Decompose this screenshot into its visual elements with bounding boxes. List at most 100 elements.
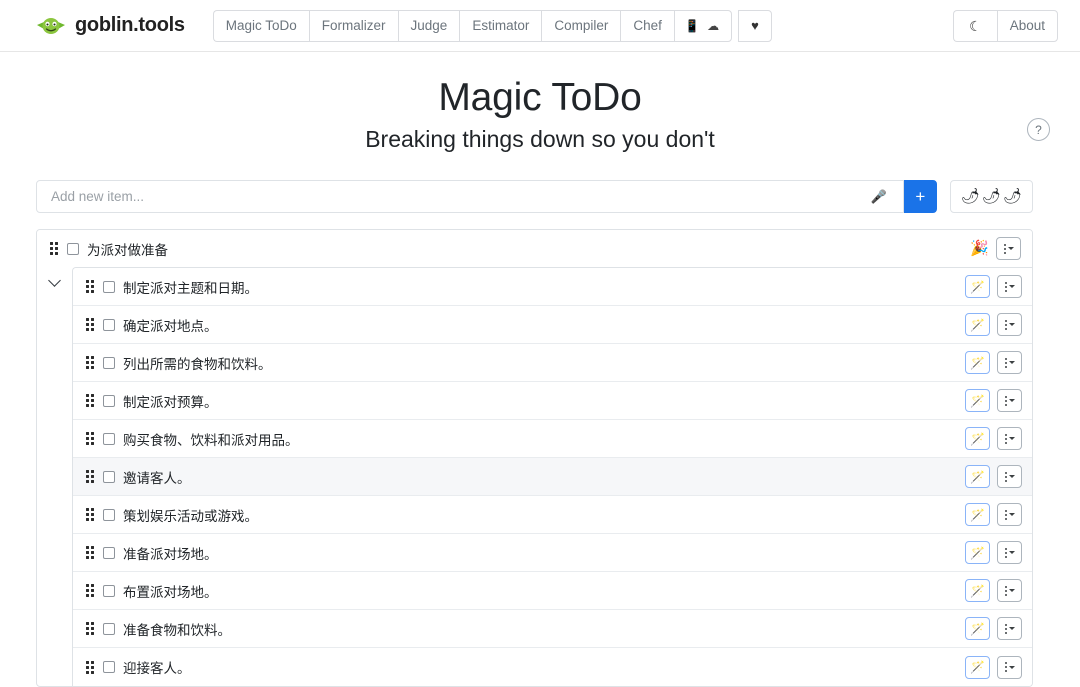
todo-children-wrapper: 制定派对主题和日期。 🪄 确定派对地点。 🪄 列出所需的食物和饮料。 🪄 制定派…: [37, 267, 1032, 686]
magic-wand-icon-button[interactable]: 🪄: [965, 427, 990, 450]
drag-handle-icon[interactable]: [86, 584, 94, 597]
drag-handle-icon[interactable]: [86, 394, 94, 407]
nav-tab-compiler[interactable]: Compiler: [541, 9, 621, 42]
todo-child-row[interactable]: 布置派对场地。 🪄: [73, 572, 1032, 610]
magic-wand-icon-button[interactable]: 🪄: [965, 313, 990, 336]
todo-child-menu-button[interactable]: [997, 541, 1022, 564]
nav-tab-magic-todo[interactable]: Magic ToDo: [212, 9, 309, 42]
todo-checkbox[interactable]: [103, 546, 115, 559]
todo-child-label: 列出所需的食物和饮料。: [123, 356, 272, 372]
platform-apps-button[interactable]: 📱 ☁: [673, 9, 733, 42]
donate-heart-icon-button[interactable]: ♥: [738, 9, 772, 42]
todo-child-menu-button[interactable]: [997, 579, 1022, 602]
todo-checkbox[interactable]: [103, 356, 115, 369]
magic-wand-icon-button[interactable]: 🪄: [965, 579, 990, 602]
todo-child-actions: 🪄: [965, 617, 1022, 640]
chili-pepper-icon: 🌶: [981, 188, 1001, 205]
todo-checkbox[interactable]: [103, 432, 115, 445]
collapse-toggle[interactable]: [37, 267, 72, 287]
goblin-face-icon: [37, 17, 65, 34]
todo-child-menu-button[interactable]: [997, 351, 1022, 374]
todo-child-row[interactable]: 准备派对场地。 🪄: [73, 534, 1032, 572]
drag-handle-icon[interactable]: [86, 356, 94, 369]
drag-handle-icon[interactable]: [86, 318, 94, 331]
chevron-down-icon[interactable]: [48, 274, 61, 287]
nav-tab-formalizer[interactable]: Formalizer: [308, 9, 398, 42]
add-item-input[interactable]: [49, 181, 865, 212]
todo-parent-menu-button[interactable]: [996, 237, 1021, 260]
todo-child-row[interactable]: 制定派对主题和日期。 🪄: [73, 268, 1032, 306]
magic-wand-icon-button[interactable]: 🪄: [965, 351, 990, 374]
dark-mode-moon-icon-button[interactable]: ☾: [953, 9, 997, 42]
todo-child-menu-button[interactable]: [997, 389, 1022, 412]
todo-child-row[interactable]: 迎接客人。 🪄: [73, 648, 1032, 686]
todo-child-label: 制定派对预算。: [123, 394, 218, 410]
drag-handle-icon[interactable]: [86, 660, 94, 674]
todo-child-menu-button[interactable]: [997, 465, 1022, 488]
magic-wand-icon-button[interactable]: 🪄: [965, 655, 990, 679]
spiciness-level-button[interactable]: 🌶 🌶 🌶: [949, 180, 1033, 213]
todo-child-label: 准备派对场地。: [123, 546, 218, 562]
drag-handle-icon[interactable]: [86, 546, 94, 559]
todo-child-row[interactable]: 策划娱乐活动或游戏。 🪄: [73, 496, 1032, 534]
todo-child-actions: 🪄: [965, 313, 1022, 336]
help-icon-button[interactable]: ?: [1027, 118, 1050, 141]
nav-tab-judge[interactable]: Judge: [397, 9, 460, 42]
todo-child-row[interactable]: 邀请客人。 🪄: [73, 458, 1032, 496]
add-input-wrapper: 🎤: [36, 180, 904, 213]
brand-name: goblin.tools: [75, 14, 185, 36]
todo-parent-actions: 🎉: [970, 237, 1021, 260]
todo-checkbox[interactable]: [67, 242, 79, 255]
nav-tab-estimator[interactable]: Estimator: [459, 9, 542, 42]
magic-wand-icon-button[interactable]: 🪄: [965, 275, 990, 298]
drag-handle-icon[interactable]: [86, 432, 94, 445]
todo-parent-label: 为派对做准备: [87, 242, 168, 258]
kebab-menu-icon: [1004, 623, 1015, 634]
magic-wand-icon-button[interactable]: 🪄: [965, 503, 990, 526]
todo-checkbox[interactable]: [103, 280, 115, 293]
nav-about-button[interactable]: About: [996, 9, 1058, 42]
todo-child-menu-button[interactable]: [997, 503, 1022, 526]
todo-checkbox[interactable]: [103, 508, 115, 521]
todo-child-menu-button[interactable]: [997, 617, 1022, 640]
todo-child-actions: 🪄: [965, 541, 1022, 564]
drag-handle-icon[interactable]: [86, 508, 94, 521]
todo-child-menu-button[interactable]: [997, 275, 1022, 298]
nav-tab-chef[interactable]: Chef: [620, 9, 674, 42]
add-item-row: 🎤 + 🌶 🌶 🌶: [36, 180, 1033, 213]
todo-child-actions: 🪄: [965, 389, 1022, 412]
add-item-button[interactable]: +: [903, 180, 937, 213]
todo-child-label: 策划娱乐活动或游戏。: [123, 508, 258, 524]
todo-checkbox[interactable]: [103, 622, 115, 635]
todo-child-row[interactable]: 确定派对地点。 🪄: [73, 306, 1032, 344]
todo-child-row[interactable]: 准备食物和饮料。 🪄: [73, 610, 1032, 648]
microphone-icon-button[interactable]: 🎤: [865, 189, 893, 205]
todo-checkbox[interactable]: [103, 394, 115, 407]
todo-child-menu-button[interactable]: [997, 427, 1022, 450]
todo-child-row[interactable]: 购买食物、饮料和派对用品。 🪄: [73, 420, 1032, 458]
magic-wand-icon-button[interactable]: 🪄: [965, 541, 990, 564]
todo-parent-row[interactable]: 为派对做准备 🎉: [37, 230, 1032, 267]
todo-checkbox[interactable]: [103, 470, 115, 483]
kebab-menu-icon: [1004, 471, 1015, 482]
todo-checkbox[interactable]: [103, 661, 115, 673]
drag-handle-icon[interactable]: [50, 242, 58, 255]
todo-child-actions: 🪄: [965, 579, 1022, 602]
nav-tabs: Magic ToDo Formalizer Judge Estimator Co…: [212, 9, 733, 42]
magic-wand-icon-button[interactable]: 🪄: [965, 465, 990, 488]
brand-logo-link[interactable]: goblin.tools: [36, 14, 185, 37]
drag-handle-icon[interactable]: [86, 280, 94, 293]
drag-handle-icon[interactable]: [86, 622, 94, 635]
chili-pepper-icon: 🌶: [960, 188, 980, 205]
todo-child-menu-button[interactable]: [997, 655, 1022, 679]
page-title: Magic ToDo: [438, 76, 642, 119]
todo-checkbox[interactable]: [103, 318, 115, 331]
drag-handle-icon[interactable]: [86, 470, 94, 483]
kebab-menu-icon: [1004, 319, 1015, 330]
magic-wand-icon-button[interactable]: 🪄: [965, 617, 990, 640]
todo-child-menu-button[interactable]: [997, 313, 1022, 336]
magic-wand-icon-button[interactable]: 🪄: [965, 389, 990, 412]
todo-checkbox[interactable]: [103, 584, 115, 597]
todo-child-row[interactable]: 列出所需的食物和饮料。 🪄: [73, 344, 1032, 382]
todo-child-row[interactable]: 制定派对预算。 🪄: [73, 382, 1032, 420]
